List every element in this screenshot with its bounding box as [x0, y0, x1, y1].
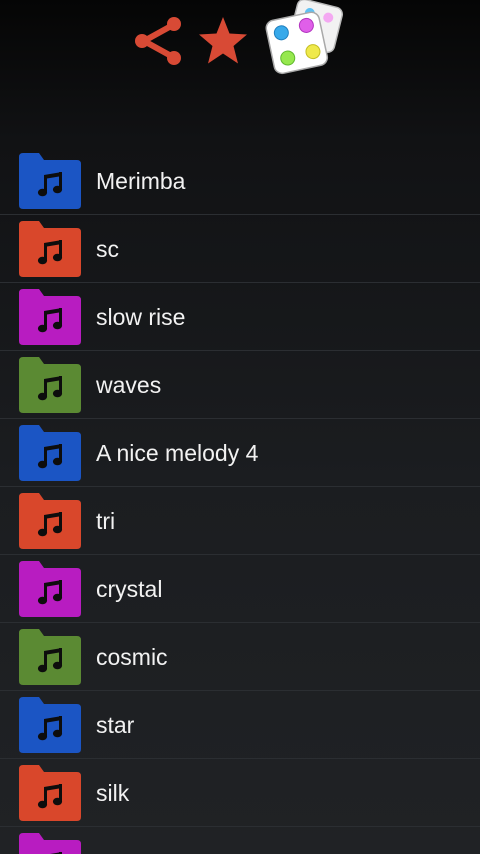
list-item[interactable]: tri: [0, 487, 480, 555]
star-icon[interactable]: [197, 15, 249, 67]
list-item[interactable]: slow rise: [0, 283, 480, 351]
list-item-label: tri: [96, 508, 116, 534]
list-item[interactable]: Merimba: [0, 147, 480, 215]
music-folder-icon: [19, 765, 81, 821]
list-item-label: Merimba: [96, 168, 186, 194]
music-folder-icon: [19, 289, 81, 345]
music-folder-icon: [19, 493, 81, 549]
music-folder-icon: [19, 697, 81, 753]
music-folder-icon: [19, 357, 81, 413]
list-item-label: star: [96, 712, 135, 738]
list-item[interactable]: star: [0, 691, 480, 759]
list-item[interactable]: silk: [0, 759, 480, 827]
music-folder-icon: [19, 153, 81, 209]
top-toolbar: [0, 0, 480, 150]
list-item[interactable]: crystal: [0, 555, 480, 623]
music-folder-icon: [19, 221, 81, 277]
list-item[interactable]: cosmic: [0, 623, 480, 691]
list-item-label: crystal: [96, 576, 163, 602]
dice-icon[interactable]: [262, 0, 348, 80]
list-item[interactable]: sc: [0, 215, 480, 283]
share-icon[interactable]: [132, 14, 186, 68]
list-item-label: waves: [96, 372, 162, 398]
music-folder-icon: [19, 425, 81, 481]
melody-folder-list: Merimba sc slow rise waves A nice melody…: [0, 147, 480, 854]
music-folder-icon: [19, 561, 81, 617]
list-item-label: sc: [96, 236, 119, 262]
list-item[interactable]: [0, 827, 480, 854]
music-folder-icon: [19, 629, 81, 685]
list-item-label: silk: [96, 780, 130, 806]
list-item-label: cosmic: [96, 644, 168, 670]
list-item[interactable]: waves: [0, 351, 480, 419]
list-item-label: slow rise: [96, 304, 186, 330]
list-item[interactable]: A nice melody 4: [0, 419, 480, 487]
list-item-label: A nice melody 4: [96, 440, 259, 466]
music-folder-icon: [19, 833, 81, 854]
